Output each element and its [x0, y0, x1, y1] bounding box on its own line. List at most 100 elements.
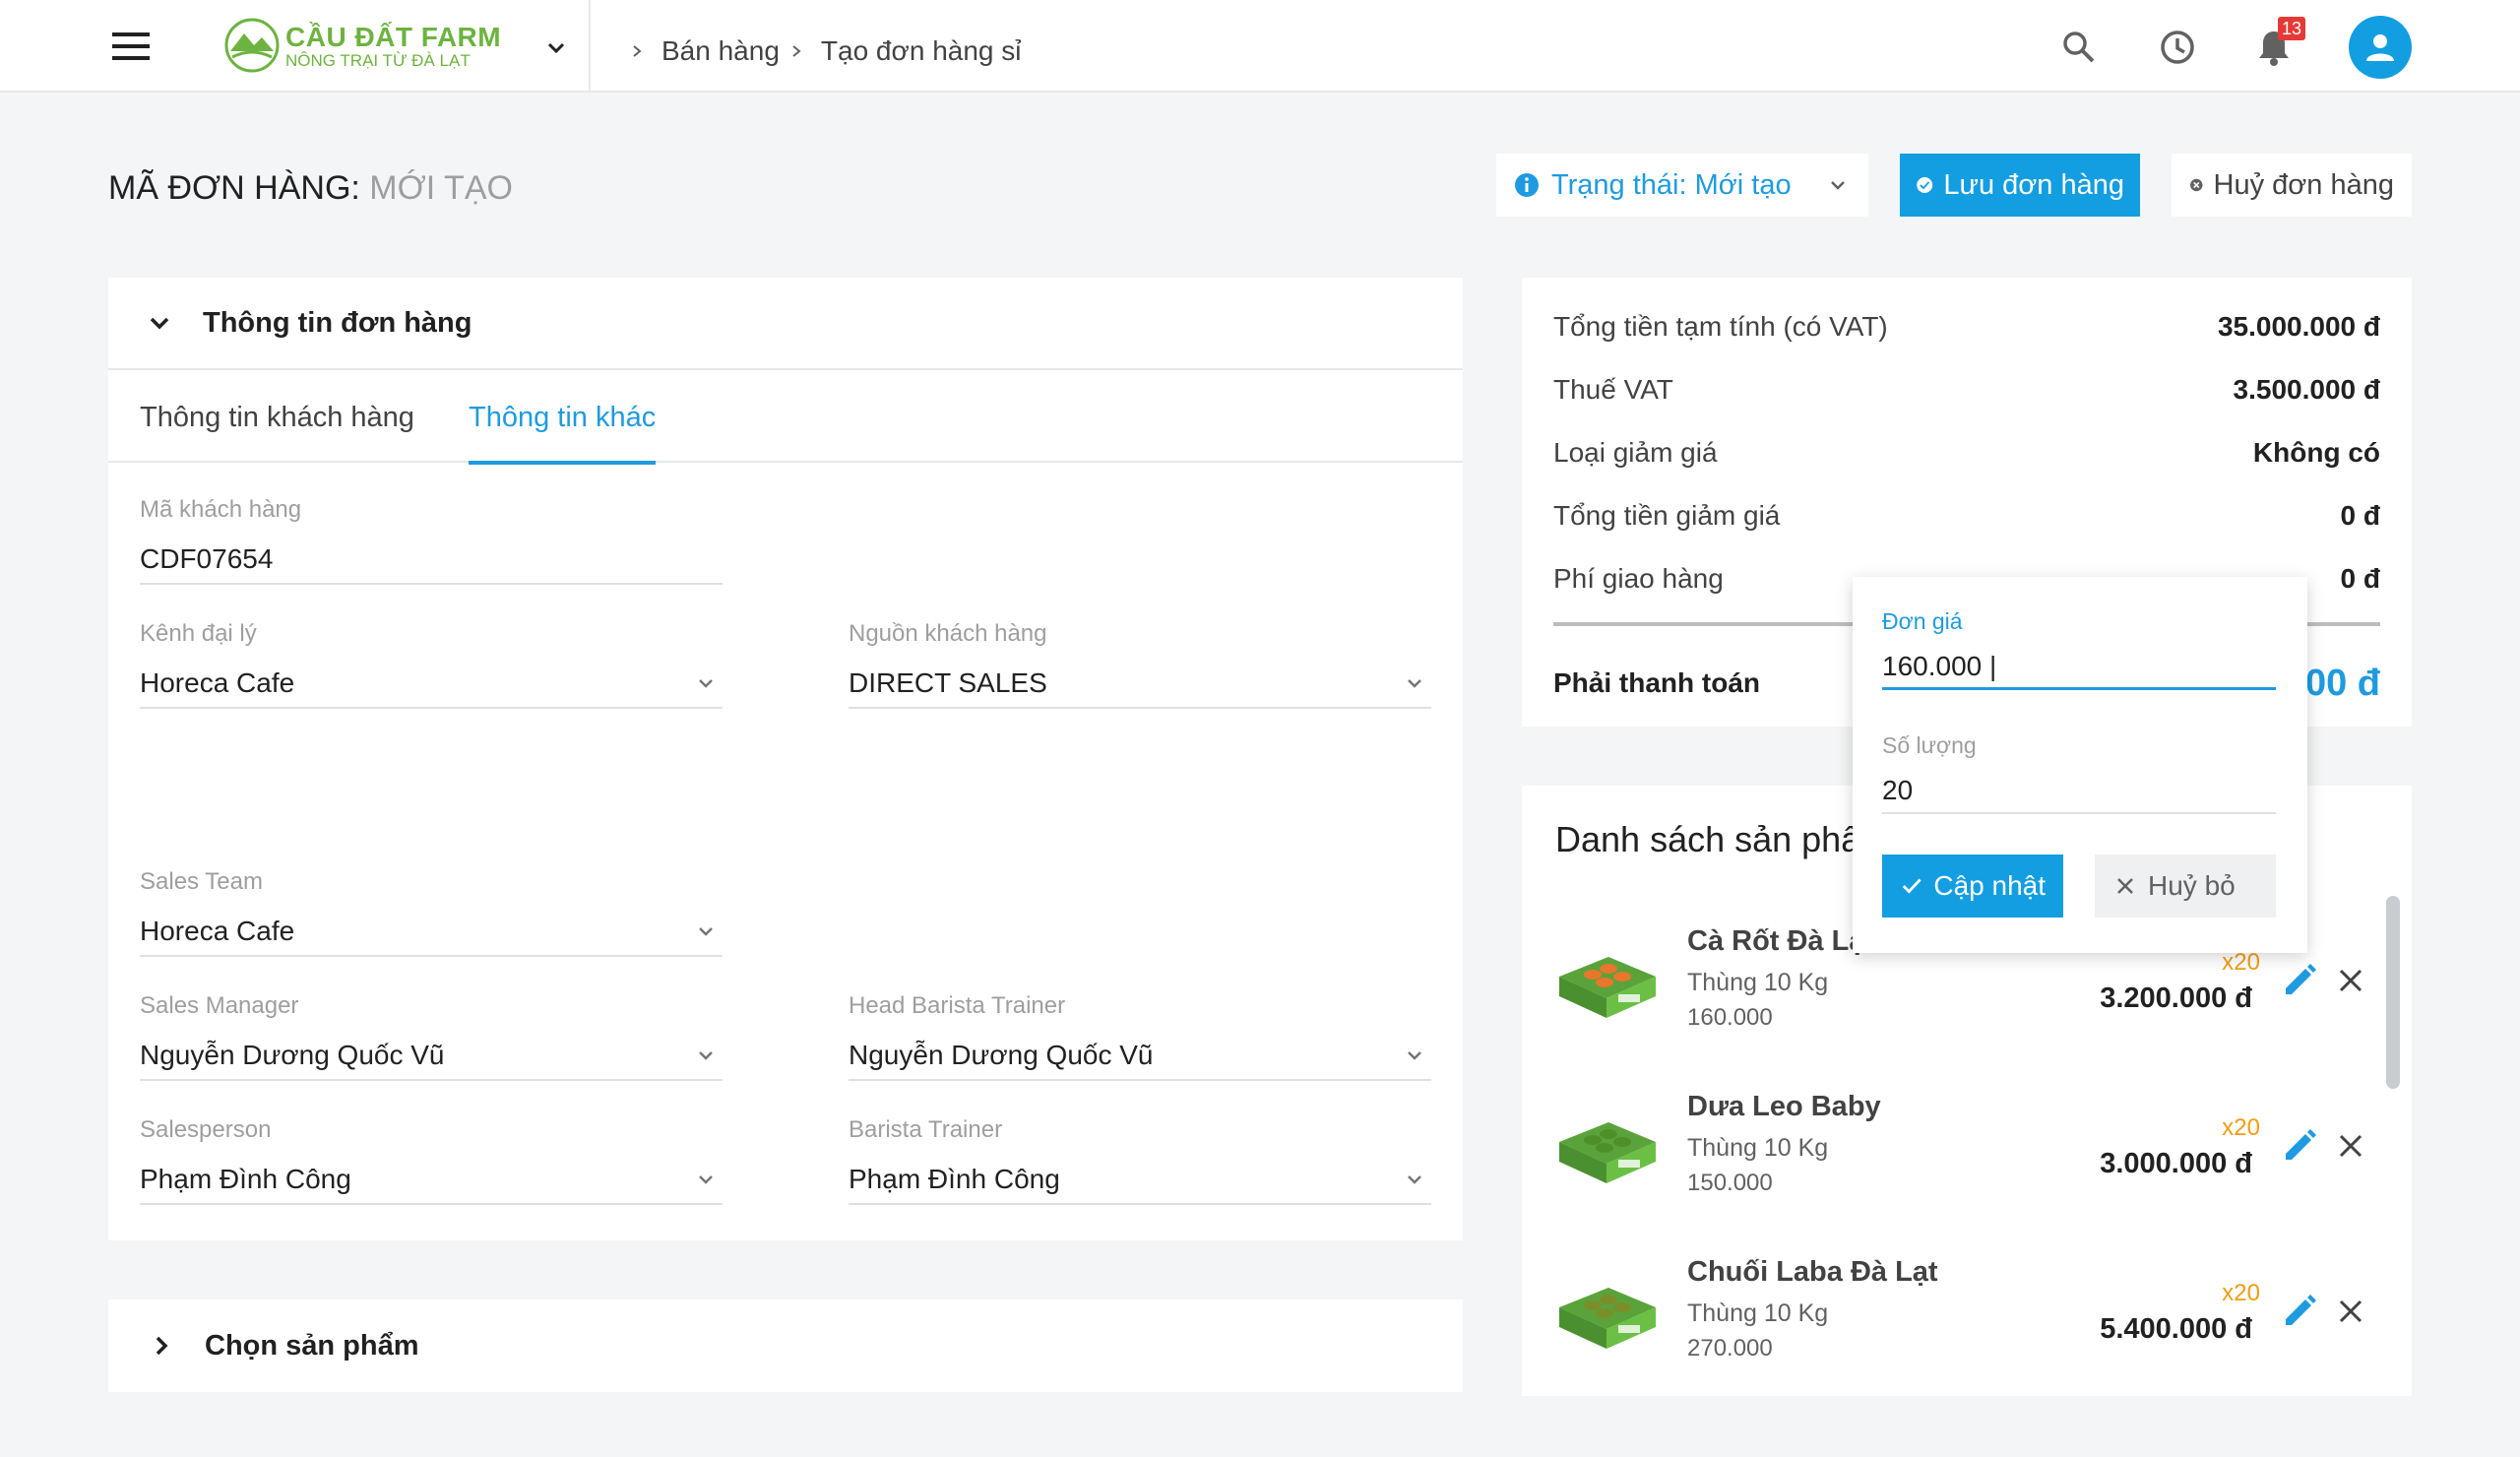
chevron-down-icon[interactable] — [543, 35, 569, 61]
user-icon — [2366, 34, 2394, 61]
chevron-down-icon — [1408, 679, 1421, 688]
unit-price-field: Đơn giá 160.000 | — [1882, 608, 2276, 690]
update-button[interactable]: Cập nhật — [1882, 855, 2063, 918]
summary-value: 35.000.000 đ — [2217, 311, 2380, 342]
salesperson-value-box[interactable]: Phạm Đình Công — [140, 1156, 723, 1205]
produce-box-image — [1559, 1288, 1656, 1349]
product-item: Chuối Laba Đà Lạt Thùng 10 Kg 270.000 x2… — [1522, 1227, 2378, 1392]
order-status-select[interactable]: Trạng thái: Mới tạo — [1496, 154, 1868, 217]
product-quantity: x20 — [2222, 1114, 2260, 1141]
produce — [1584, 970, 1602, 980]
quantity-input[interactable]: 20 — [1882, 769, 2276, 814]
customer-code-value: CDF07654 — [140, 543, 274, 574]
chevron-down-icon — [1408, 1175, 1421, 1184]
sales-manager-value-box[interactable]: Nguyễn Dương Quốc Vũ — [140, 1032, 723, 1081]
menu-icon[interactable] — [112, 31, 152, 62]
chevron-down-icon[interactable] — [146, 309, 173, 337]
salesperson-value: Phạm Đình Công — [140, 1164, 351, 1194]
breadcrumb: Bán hàng Tạo đơn hàng sỉ — [620, 32, 1022, 71]
info-icon — [1515, 173, 1539, 197]
order-code-label: MÃ ĐƠN HÀNG: — [108, 169, 360, 207]
product-name: Chuối Laba Đà Lạt — [1687, 1256, 1938, 1288]
summary-label: Thuế VAT — [1553, 374, 1673, 405]
head-barista-trainer-label: Head Barista Trainer — [849, 992, 1066, 1019]
remove-close-icon[interactable] — [2333, 1294, 2368, 1329]
unit-price-value: 160.000 | — [1882, 650, 1997, 681]
order-info-header[interactable]: Thông tin đơn hàng — [108, 278, 1463, 370]
tab-customer-info[interactable]: Thông tin khách hàng — [140, 372, 414, 463]
close-icon — [2117, 878, 2133, 894]
sales-manager-select[interactable]: Sales Manager Nguyễn Dương Quốc Vũ — [140, 992, 723, 1081]
order-info-card: Thông tin đơn hàng Thông tin khách hàng … — [108, 278, 1463, 1240]
sales-manager-value: Nguyễn Dương Quốc Vũ — [140, 1040, 445, 1070]
save-order-button[interactable]: Lưu đơn hàng — [1900, 154, 2140, 217]
agent-channel-select[interactable]: Kênh đại lý Horeca Cafe — [140, 620, 723, 709]
cancel-edit-button[interactable]: Huỷ bỏ — [2095, 855, 2276, 918]
quantity-field: Số lượng 20 — [1882, 732, 2276, 814]
order-heading: MÃ ĐƠN HÀNG: MỚI TẠO — [108, 169, 513, 208]
summary-value: 0 đ — [2340, 563, 2380, 594]
salesperson-select[interactable]: Salesperson Phạm Đình Công — [140, 1116, 723, 1205]
barista-trainer-value-box[interactable]: Phạm Đình Công — [849, 1156, 1431, 1205]
produce-box-image — [1559, 1122, 1656, 1183]
choose-products-title: Chọn sản phẩm — [205, 1329, 419, 1362]
save-order-label: Lưu đơn hàng — [1943, 168, 2124, 201]
quantity-label: Số lượng — [1882, 732, 1977, 758]
chevron-right-icon[interactable] — [148, 1332, 175, 1360]
summary-row-discount-total: Tổng tiền giảm giá 0 đ — [1553, 496, 2380, 536]
barista-trainer-value: Phạm Đình Công — [849, 1164, 1060, 1194]
unit-price-input[interactable]: 160.000 | — [1882, 645, 2276, 690]
edit-pencil-icon[interactable] — [2280, 1126, 2319, 1166]
sales-team-select[interactable]: Sales Team Horeca Cafe — [140, 868, 723, 957]
notification-count-badge: 13 — [2278, 17, 2305, 40]
customer-source-value-box[interactable]: DIRECT SALES — [849, 660, 1431, 709]
brand-subtitle: NÔNG TRẠI TỪ ĐÀ LẠT — [285, 51, 471, 70]
customer-source-value: DIRECT SALES — [849, 667, 1047, 698]
summary-label: Tổng tiền tạm tính (có VAT) — [1553, 311, 1888, 342]
remove-close-icon[interactable] — [2333, 963, 2368, 998]
search-icon[interactable] — [2053, 22, 2105, 73]
summary-label: Phí giao hàng — [1553, 563, 1724, 594]
cancel-order-button[interactable]: Huỷ đơn hàng — [2172, 154, 2412, 217]
summary-row-vat: Thuế VAT 3.500.000 đ — [1553, 370, 2380, 410]
update-label: Cập nhật — [1933, 870, 2046, 901]
cancel-circle-icon — [2190, 178, 2203, 192]
product-list-scrollbar[interactable] — [2386, 896, 2400, 1089]
user-avatar[interactable] — [2349, 16, 2412, 79]
check-circle-icon — [1917, 177, 1933, 193]
barista-trainer-label: Barista Trainer — [849, 1116, 1003, 1143]
edit-pencil-icon[interactable] — [2280, 961, 2319, 1000]
breadcrumb-item-sales[interactable]: Bán hàng — [662, 35, 780, 67]
barista-trainer-select[interactable]: Barista Trainer Phạm Đình Công — [849, 1116, 1431, 1205]
chevron-down-icon — [699, 679, 713, 688]
summary-label: Tổng tiền giảm giá — [1553, 500, 1781, 531]
sales-team-value-box[interactable]: Horeca Cafe — [140, 908, 723, 957]
product-unit-price: 150.000 — [1687, 1170, 1773, 1196]
product-quantity: x20 — [2222, 1280, 2260, 1306]
product-line-total: 3.200.000 đ — [2100, 982, 2252, 1014]
remove-close-icon[interactable] — [2333, 1128, 2368, 1164]
cancel-edit-label: Huỷ bỏ — [2148, 870, 2236, 901]
head-barista-trainer-value-box[interactable]: Nguyễn Dương Quốc Vũ — [849, 1032, 1431, 1081]
agent-channel-value: Horeca Cafe — [140, 667, 295, 698]
product-list-title: Danh sách sản phẩm — [1555, 819, 1891, 859]
summary-row-discount-type: Loại giảm giá Không có — [1553, 433, 2380, 473]
chevron-down-icon — [699, 927, 713, 936]
history-clock-icon[interactable] — [2152, 22, 2203, 73]
cancel-order-label: Huỷ đơn hàng — [2213, 168, 2394, 201]
salesperson-label: Salesperson — [140, 1116, 272, 1143]
tab-other-info[interactable]: Thông tin khác — [469, 372, 657, 465]
head-barista-trainer-select[interactable]: Head Barista Trainer Nguyễn Dương Quốc V… — [849, 992, 1431, 1081]
agent-channel-value-box[interactable]: Horeca Cafe — [140, 660, 723, 709]
choose-products-card[interactable]: Chọn sản phẩm — [108, 1299, 1463, 1392]
customer-source-label: Nguồn khách hàng — [849, 620, 1047, 647]
customer-code-input[interactable]: CDF07654 — [140, 536, 723, 585]
customer-source-select[interactable]: Nguồn khách hàng DIRECT SALES — [849, 620, 1431, 709]
edit-pencil-icon[interactable] — [2280, 1292, 2319, 1331]
sales-team-label: Sales Team — [140, 868, 263, 895]
brand-logo[interactable]: CẦU ĐẤT FARM NÔNG TRẠI TỪ ĐÀ LẠT — [224, 18, 501, 77]
product-quantity: x20 — [2222, 949, 2260, 976]
chevron-down-icon — [1831, 181, 1845, 190]
tab-other-info-label: Thông tin khác — [469, 402, 657, 433]
sales-team-value: Horeca Cafe — [140, 916, 295, 946]
